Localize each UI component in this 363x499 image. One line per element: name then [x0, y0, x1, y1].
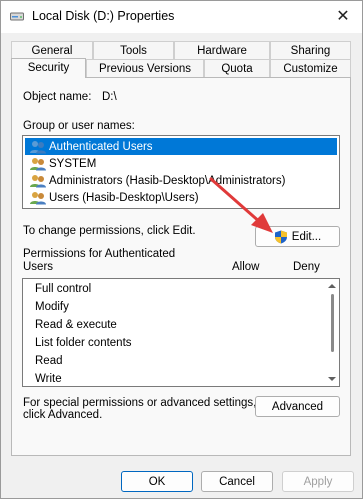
- title-bar[interactable]: Local Disk (D:) Properties ✕: [1, 1, 362, 33]
- annotation-arrow-icon: [209, 177, 273, 233]
- tab-previous-versions[interactable]: Previous Versions: [86, 59, 204, 77]
- allow-column-header: Allow: [232, 261, 260, 273]
- object-name-value: D:\: [102, 91, 117, 103]
- permission-row: Read & execute: [35, 319, 117, 331]
- permission-row: Modify: [35, 301, 69, 313]
- tab-row-front: Security Previous Versions Quota Customi…: [11, 58, 351, 78]
- users-group-icon: [30, 157, 46, 170]
- list-item[interactable]: Administrators (Hasib-Desktop\Administra…: [25, 172, 337, 189]
- change-permissions-text: To change permissions, click Edit.: [23, 225, 196, 237]
- ok-button[interactable]: OK: [121, 471, 193, 492]
- list-item-label: Users (Hasib-Desktop\Users): [49, 191, 199, 204]
- window-title: Local Disk (D:) Properties: [32, 9, 175, 23]
- advanced-button[interactable]: Advanced: [255, 396, 340, 417]
- list-item-label: Authenticated Users: [49, 140, 153, 153]
- list-item[interactable]: Users (Hasib-Desktop\Users): [25, 189, 337, 206]
- close-button[interactable]: ✕: [324, 1, 362, 31]
- users-group-icon: [30, 140, 46, 153]
- permissions-header: Permissions for Authenticated: [23, 248, 176, 260]
- tab-general[interactable]: General: [11, 41, 93, 59]
- tab-security[interactable]: Security: [11, 58, 86, 78]
- group-names-label: Group or user names:: [23, 120, 135, 132]
- scroll-up-arrow-icon[interactable]: [328, 284, 336, 288]
- apply-button[interactable]: Apply: [282, 471, 354, 492]
- drive-icon: [10, 12, 24, 21]
- close-icon: ✕: [336, 8, 350, 25]
- users-group-icon: [30, 174, 46, 187]
- properties-dialog: Local Disk (D:) Properties ✕ General Too…: [0, 0, 363, 499]
- group-user-list[interactable]: Authenticated Users SYSTEM Administrator…: [22, 135, 340, 209]
- permission-row: List folder contents: [35, 337, 132, 349]
- scroll-down-arrow-icon[interactable]: [328, 377, 336, 381]
- tab-customize[interactable]: Customize: [270, 59, 351, 77]
- tab-quota[interactable]: Quota: [204, 59, 270, 77]
- permission-row: Full control: [35, 283, 92, 295]
- permissions-scrollbar[interactable]: [326, 280, 338, 385]
- users-group-icon: [30, 191, 46, 204]
- permission-row: Read: [35, 355, 63, 367]
- tab-tools[interactable]: Tools: [93, 41, 174, 59]
- list-item[interactable]: Authenticated Users: [25, 138, 337, 155]
- list-item-label: SYSTEM: [49, 157, 97, 170]
- tab-sharing[interactable]: Sharing: [270, 41, 351, 59]
- scroll-thumb[interactable]: [331, 294, 334, 352]
- cancel-button[interactable]: Cancel: [201, 471, 273, 492]
- permissions-header-line2: Users: [23, 261, 54, 273]
- list-item[interactable]: SYSTEM: [25, 155, 337, 172]
- permission-row: Write: [35, 373, 62, 385]
- tab-hardware[interactable]: Hardware: [174, 41, 270, 59]
- advanced-hint-line2: click Advanced.: [23, 409, 103, 421]
- edit-button-label: Edit...: [291, 230, 322, 243]
- deny-column-header: Deny: [293, 261, 320, 273]
- permissions-list[interactable]: Full control Modify Read & execute List …: [22, 278, 340, 387]
- advanced-hint-line1: For special permissions or advanced sett…: [23, 397, 257, 409]
- object-name-label: Object name:: [23, 91, 92, 103]
